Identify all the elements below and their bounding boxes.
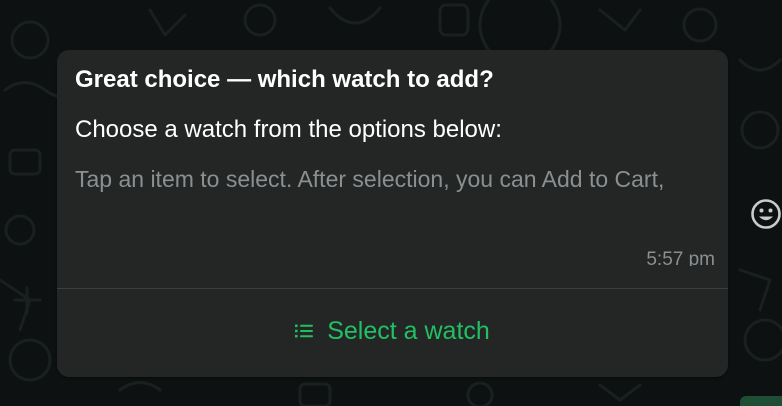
- outgoing-bubble-edge: [740, 396, 782, 406]
- message-subtitle: Choose a watch from the options below:: [75, 116, 502, 143]
- interactive-message-bubble: Great choice — which watch to add? Choos…: [57, 50, 728, 377]
- message-timestamp: 5:57 pm: [646, 249, 715, 266]
- message-title: Great choice — which watch to add?: [75, 66, 494, 93]
- select-watch-label: Select a watch: [327, 317, 490, 345]
- message-hint: Tap an item to select. After selection, …: [75, 166, 665, 192]
- list-icon: [295, 324, 314, 338]
- smiley-icon[interactable]: [750, 196, 782, 232]
- select-watch-button[interactable]: Select a watch: [57, 289, 728, 373]
